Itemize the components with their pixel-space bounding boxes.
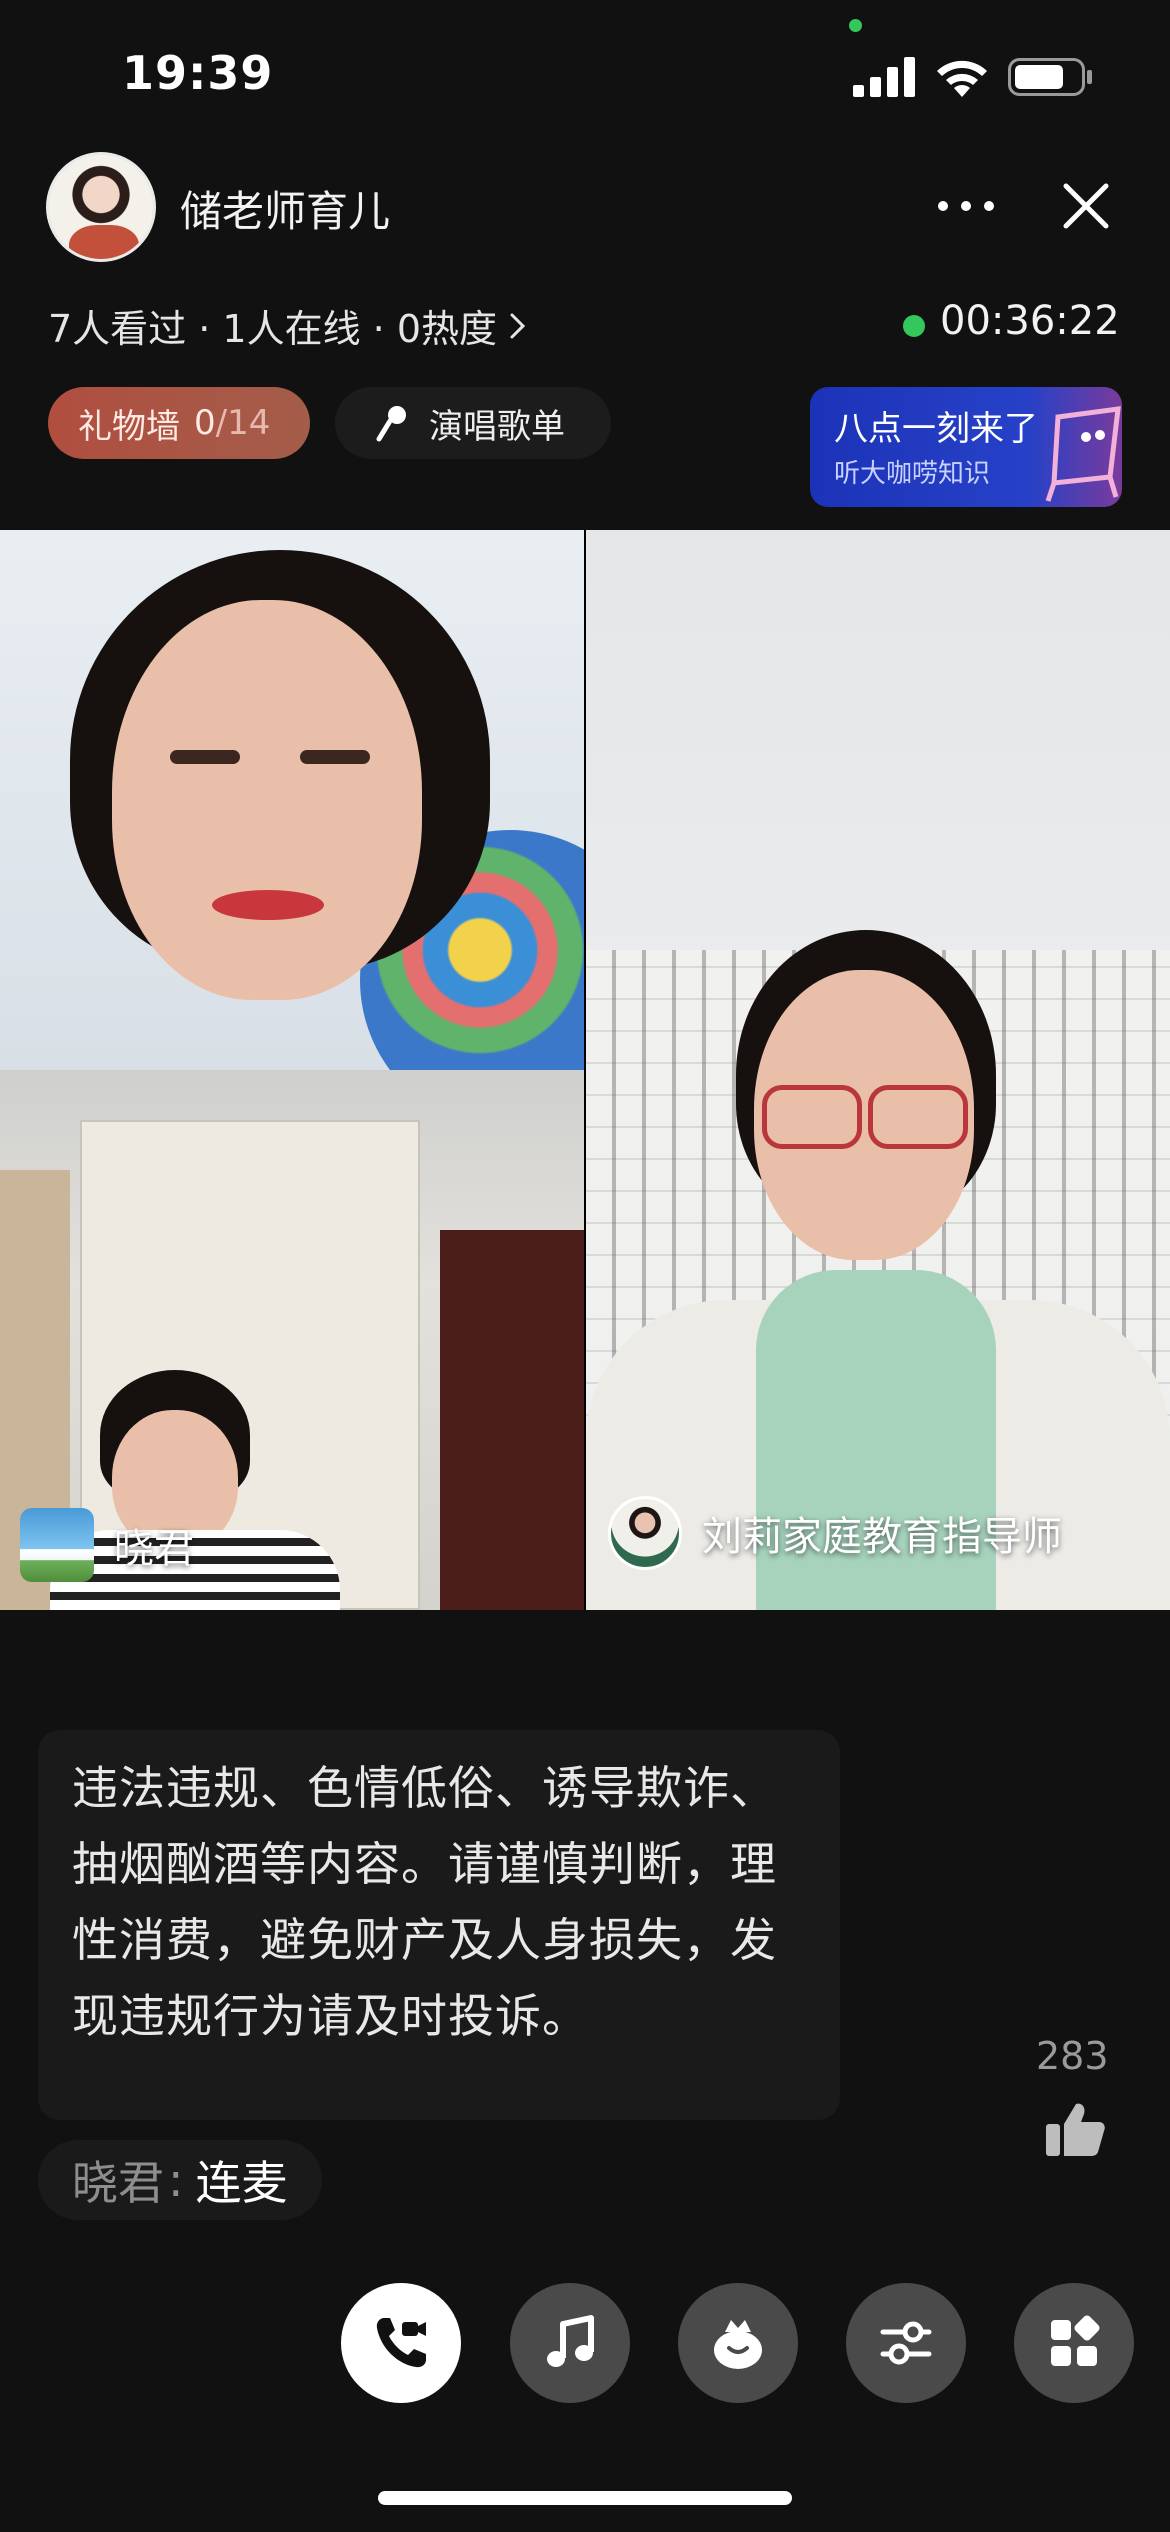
promo-title: 八点一刻来了 <box>834 409 1038 449</box>
gift-wall-total: /14 <box>215 403 271 443</box>
sliders-icon <box>880 2321 932 2365</box>
system-notice-text: 违法违规、色情低俗、诱导欺诈、抽烟酗酒等内容。请谨慎判断，理性消费，避免财产及人… <box>72 1761 777 2043</box>
gift-wall-button[interactable]: 礼物墙 0 /14 <box>48 387 310 459</box>
microphone-icon <box>376 406 406 442</box>
live-status-dot <box>903 315 925 337</box>
settings-button[interactable] <box>846 2283 966 2403</box>
song-list-label: 演唱歌单 <box>429 406 565 447</box>
phone-video-button[interactable] <box>341 2283 461 2403</box>
wifi-icon <box>937 60 987 97</box>
lips <box>212 890 324 920</box>
more-options-icon[interactable] <box>935 185 997 227</box>
status-bar: 19:39 <box>0 0 1170 140</box>
guest-1-avatar <box>20 1508 94 1582</box>
song-list-button[interactable]: 演唱歌单 <box>335 387 611 459</box>
glasses-left <box>762 1085 862 1149</box>
more-apps-button[interactable] <box>1014 2283 1134 2403</box>
video-tile-host[interactable] <box>0 530 584 1070</box>
chat-message[interactable]: 晓君 : 连麦 <box>38 2140 322 2220</box>
video-tile-guest-2[interactable] <box>586 530 1170 1610</box>
status-time: 19:39 <box>122 46 274 100</box>
eye-right <box>300 750 370 764</box>
room-stats-text: 7人看过 · 1人在线 · 0热度 <box>48 307 498 351</box>
video-grid <box>0 530 1170 1610</box>
guest-2-avatar <box>608 1496 682 1570</box>
glasses-right <box>868 1085 968 1149</box>
home-indicator[interactable] <box>378 2491 792 2505</box>
music-button[interactable] <box>510 2283 630 2403</box>
guest-1-name: 晓君 <box>114 1526 194 1572</box>
eye-left <box>170 750 240 764</box>
gift-button[interactable] <box>678 2283 798 2403</box>
thumbs-up-icon[interactable] <box>1044 2100 1106 2158</box>
mic-indicator-icon <box>849 19 862 32</box>
host-face <box>112 600 422 1000</box>
chat-separator: : <box>168 2153 184 2207</box>
gift-wall-count: 0 <box>194 403 216 443</box>
live-timer: 00:36:22 <box>940 298 1120 344</box>
like-count: 283 <box>1036 2034 1109 2078</box>
battery-icon <box>1008 58 1092 96</box>
promo-subtitle: 听大咖唠知识 <box>834 459 991 489</box>
guest-2-name: 刘莉家庭教育指导师 <box>702 1514 1062 1560</box>
system-notice: 违法违规、色情低俗、诱导欺诈、抽烟酗酒等内容。请谨慎判断，理性消费，避免财产及人… <box>38 1730 840 2120</box>
cellular-signal-icon <box>853 57 915 97</box>
promo-chair-icon <box>1045 406 1121 502</box>
phone-video-icon <box>376 2318 426 2368</box>
guest-1-label: 晓君 <box>20 1508 194 1582</box>
host-avatar[interactable] <box>46 152 156 262</box>
grid-apps-icon <box>1051 2315 1100 2366</box>
door <box>440 1230 584 1610</box>
guest-2-label: 刘莉家庭教育指导师 <box>608 1496 1062 1570</box>
promo-banner[interactable]: 八点一刻来了 听大咖唠知识 <box>810 387 1122 507</box>
gift-wall-label: 礼物墙 <box>78 406 180 447</box>
gift-bag-icon <box>714 2320 762 2369</box>
music-note-icon <box>547 2315 594 2367</box>
close-icon[interactable] <box>1058 178 1114 234</box>
room-stats[interactable]: 7人看过 · 1人在线 · 0热度 <box>48 298 529 353</box>
chevron-right-icon <box>510 313 526 338</box>
chat-text: 连麦 <box>195 2156 288 2210</box>
host-name[interactable]: 储老师育儿 <box>180 178 390 239</box>
chat-username[interactable]: 晓君 <box>72 2147 164 2213</box>
